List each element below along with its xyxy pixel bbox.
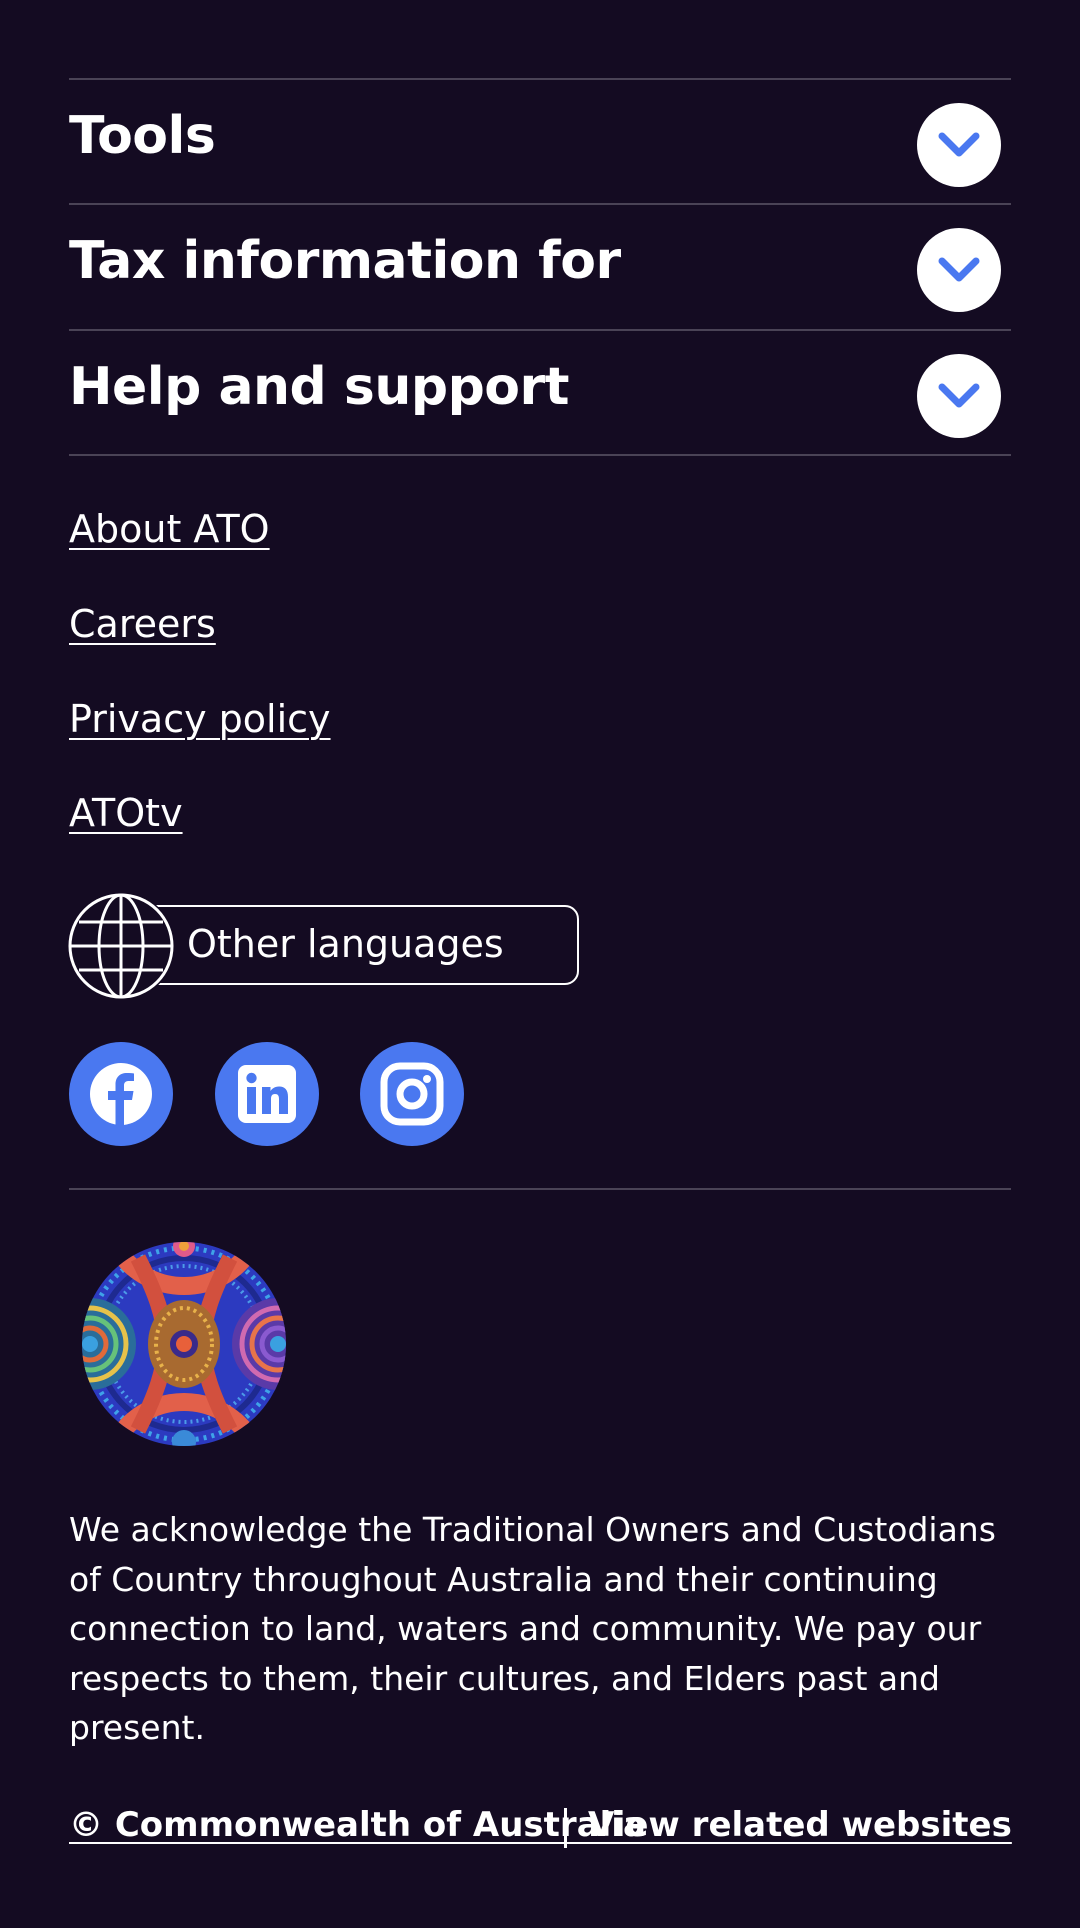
accordion-title-help-and-support: Help and support <box>69 357 570 417</box>
expand-button-tax-information[interactable] <box>917 228 1001 312</box>
divider <box>69 1188 1011 1190</box>
linkedin-icon <box>238 1065 296 1123</box>
other-languages-button[interactable]: Other languages <box>67 892 579 1000</box>
divider <box>69 454 1011 456</box>
link-privacy-policy[interactable]: Privacy policy <box>69 696 331 742</box>
chevron-down-icon <box>938 132 980 157</box>
chevron-down-icon <box>938 257 980 282</box>
accordion-help-and-support[interactable]: Help and support <box>69 331 1011 455</box>
link-about-ato[interactable]: About ATO <box>69 506 270 552</box>
facebook-icon <box>90 1063 152 1125</box>
facebook-button[interactable] <box>69 1042 173 1146</box>
accordion-title-tools: Tools <box>69 106 216 166</box>
other-languages-label: Other languages <box>187 922 504 966</box>
accordion-tax-information-for[interactable]: Tax information for <box>69 205 1011 329</box>
accordion-tools[interactable]: Tools <box>69 80 1011 204</box>
view-related-websites-link[interactable]: View related websites <box>588 1804 1012 1846</box>
expand-button-help-and-support[interactable] <box>917 354 1001 438</box>
expand-button-tools[interactable] <box>917 103 1001 187</box>
chevron-down-icon <box>938 383 980 408</box>
acknowledgement-text: We acknowledge the Traditional Owners an… <box>69 1510 996 1747</box>
indigenous-artwork-logo <box>78 1238 290 1450</box>
instagram-button[interactable] <box>360 1042 464 1146</box>
link-careers[interactable]: Careers <box>69 601 216 647</box>
linkedin-button[interactable] <box>215 1042 319 1146</box>
footer-separator <box>564 1808 567 1848</box>
accordion-title-tax-information: Tax information for <box>69 231 621 291</box>
instagram-icon <box>380 1062 444 1126</box>
globe-icon <box>67 892 175 1000</box>
copyright-link[interactable]: © Commonwealth of Australia <box>69 1804 646 1846</box>
link-atotv[interactable]: ATOtv <box>69 790 183 836</box>
